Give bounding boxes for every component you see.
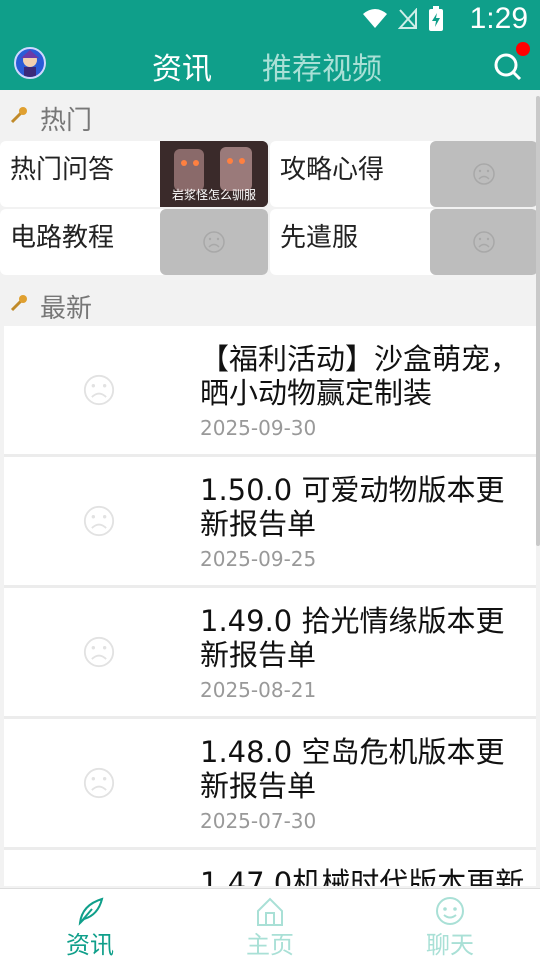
news-date: 2025-09-30 bbox=[200, 416, 317, 440]
nav-home[interactable]: 主页 bbox=[210, 889, 330, 961]
news-title: 1.48.0 空岛危机版本更新报告单 bbox=[200, 735, 505, 803]
sad-face-icon bbox=[83, 505, 115, 537]
news-item[interactable]: 1.47.0机械时代版本更新报告单 bbox=[4, 850, 536, 886]
sad-face-icon bbox=[83, 636, 115, 668]
section-hot-label: 热门 bbox=[40, 106, 93, 136]
news-date: 2025-08-21 bbox=[200, 678, 317, 702]
news-thumbnail bbox=[4, 457, 194, 585]
tab-recommended-videos[interactable]: 推荐视频 bbox=[262, 44, 382, 88]
nav-news[interactable]: 资讯 bbox=[30, 889, 150, 961]
sad-face-icon bbox=[203, 231, 225, 253]
news-thumbnail bbox=[4, 326, 194, 454]
news-title: 1.50.0 可爱动物版本更新报告单 bbox=[200, 473, 505, 541]
news-item[interactable]: 1.49.0 拾光情缘版本更新报告单 2025-08-21 bbox=[4, 588, 536, 719]
chat-icon bbox=[436, 897, 464, 925]
search-button[interactable] bbox=[492, 42, 530, 82]
news-thumbnail bbox=[4, 588, 194, 716]
news-item[interactable]: 1.48.0 空岛危机版本更新报告单 2025-07-30 bbox=[4, 719, 536, 850]
status-bar: 1:29 bbox=[0, 0, 540, 40]
pin-icon bbox=[10, 295, 27, 312]
avatar[interactable] bbox=[14, 47, 46, 79]
home-icon bbox=[257, 897, 283, 926]
avatar-character-icon bbox=[21, 50, 39, 77]
scrollbar[interactable] bbox=[536, 96, 540, 546]
news-thumbnail bbox=[4, 719, 194, 847]
news-title: 【福利活动】沙盒萌宠，晒小动物赢定制装 bbox=[200, 342, 520, 410]
section-latest-label: 最新 bbox=[40, 294, 93, 324]
sad-face-icon bbox=[83, 767, 115, 799]
hot-item-label: 先遣服 bbox=[280, 223, 359, 253]
hot-item-faq[interactable]: 热门问答 岩浆怪怎么驯服 bbox=[0, 141, 268, 207]
news-title: 1.47.0机械时代版本更新报告单 bbox=[200, 866, 525, 886]
hot-item-guides[interactable]: 攻略心得 bbox=[270, 141, 538, 207]
wifi-icon bbox=[363, 9, 387, 28]
nav-chat[interactable]: 聊天 bbox=[390, 889, 510, 961]
status-time: 1:29 bbox=[469, 2, 528, 35]
placeholder-thumbnail bbox=[430, 209, 538, 275]
news-date: 2025-09-25 bbox=[200, 547, 317, 571]
news-thumbnail bbox=[4, 850, 194, 886]
hot-item-label: 攻略心得 bbox=[280, 155, 385, 185]
nav-news-label: 资讯 bbox=[66, 931, 114, 959]
news-item[interactable]: 【福利活动】沙盒萌宠，晒小动物赢定制装 2025-09-30 bbox=[4, 326, 536, 457]
placeholder-thumbnail bbox=[160, 209, 268, 275]
nav-home-label: 主页 bbox=[246, 931, 294, 959]
pin-icon bbox=[10, 107, 27, 124]
thumbnail-caption: 岩浆怪怎么驯服 bbox=[171, 188, 256, 202]
placeholder-thumbnail bbox=[430, 141, 538, 207]
news-list[interactable]: 【福利活动】沙盒萌宠，晒小动物赢定制装 2025-09-30 1.50.0 可爱… bbox=[4, 326, 536, 886]
news-title: 1.49.0 拾光情缘版本更新报告单 bbox=[200, 604, 505, 672]
hot-item-thumbnail: 岩浆怪怎么驯服 bbox=[160, 141, 268, 207]
app-bar: 资讯 推荐视频 bbox=[0, 40, 540, 90]
news-date: 2025-07-30 bbox=[200, 809, 317, 833]
status-icons bbox=[362, 6, 444, 32]
sad-face-icon bbox=[83, 374, 115, 406]
section-hot-header: 热门 bbox=[0, 92, 540, 140]
tab-news[interactable]: 资讯 bbox=[152, 44, 212, 88]
no-signal-icon bbox=[398, 8, 417, 29]
hot-item-label: 热门问答 bbox=[10, 155, 115, 185]
sad-face-icon bbox=[473, 163, 495, 185]
sad-face-icon bbox=[473, 231, 495, 253]
hot-item-pre-release-server[interactable]: 先遣服 bbox=[270, 209, 538, 275]
nav-chat-label: 聊天 bbox=[426, 931, 474, 959]
battery-charging-icon bbox=[429, 6, 443, 31]
bottom-nav: 资讯 主页 聊天 bbox=[0, 888, 540, 961]
section-latest-header: 最新 bbox=[0, 280, 540, 328]
feather-icon bbox=[78, 897, 104, 926]
notification-dot bbox=[516, 42, 530, 56]
hot-item-label: 电路教程 bbox=[10, 223, 115, 253]
hot-item-circuit-tutorial[interactable]: 电路教程 bbox=[0, 209, 268, 275]
news-item[interactable]: 1.50.0 可爱动物版本更新报告单 2025-09-25 bbox=[4, 457, 536, 588]
